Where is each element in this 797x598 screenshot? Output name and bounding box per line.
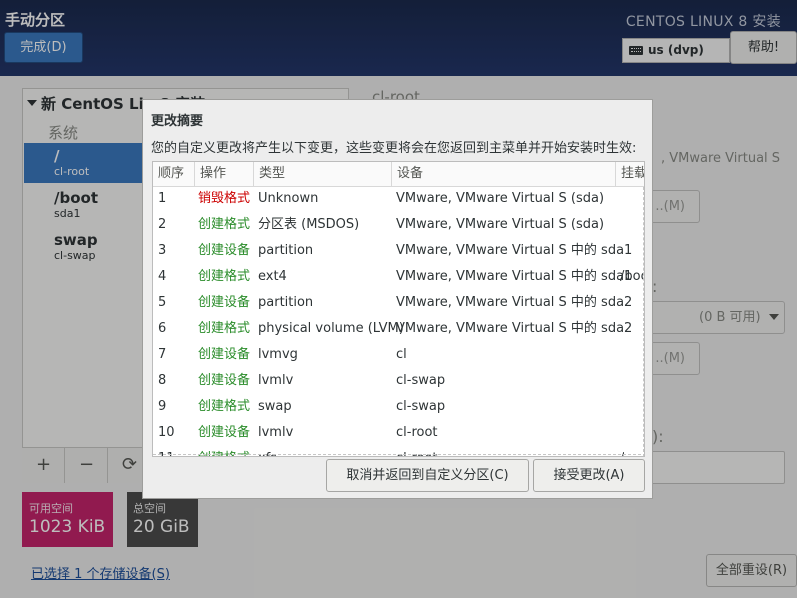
cell-action: 创建格式 (198, 269, 251, 284)
cell-action: 创建格式 (198, 399, 251, 414)
column-header-device[interactable]: 设备 (392, 162, 616, 186)
cell-action: 创建设备 (198, 243, 251, 258)
cell-device: cl-root (396, 425, 438, 440)
cell-action: 创建格式 (198, 217, 251, 232)
cell-type: lvmvg (258, 347, 298, 362)
changes-table[interactable]: 顺序 操作 类型 设备 挂载 1 销毁格式 Unknown VMware, VMwar… (152, 161, 645, 457)
cell-type: ext4 (258, 269, 287, 284)
table-row[interactable]: 8 创建设备 lvmlv cl-swap (153, 369, 644, 395)
cell-action: 创建格式 (198, 447, 250, 456)
cell-order: 8 (158, 373, 167, 388)
cell-device: cl-swap (396, 399, 446, 414)
cell-device: cl-root (396, 447, 438, 456)
cell-order: 7 (158, 347, 167, 362)
focus-outline (153, 454, 644, 455)
table-row[interactable]: 6 创建格式 physical volume (LVM) VMware, VMware… (153, 317, 644, 343)
cell-mount: / (620, 447, 624, 456)
cell-order: 9 (158, 399, 167, 414)
table-row[interactable]: 3 创建设备 partition VMware, VMware Virtual S 中… (153, 239, 644, 265)
cell-type: lvmlv (258, 373, 294, 388)
cell-device: VMware, VMware Virtual S (sda) (396, 217, 605, 232)
table-row[interactable]: 4 创建格式 ext4 VMware, VMware Virtual S 中的 sda… (153, 265, 644, 291)
table-header: 顺序 操作 类型 设备 挂载 (153, 162, 644, 187)
cell-device: VMware, VMware Virtual S (sda) (396, 191, 605, 206)
table-row[interactable]: 7 创建设备 lvmvg cl (153, 343, 644, 369)
cell-device: VMware, VMware Virtual S 中的 sda2 (396, 321, 633, 336)
cell-type: lvmlv (258, 425, 294, 440)
cell-type: physical volume (LVM) (258, 321, 404, 336)
cell-action: 创建设备 (198, 295, 251, 310)
cancel-return-button[interactable]: 取消并返回到自定义分区(C) (326, 459, 529, 492)
cell-device: cl-swap (396, 373, 446, 388)
cell-order: 1 (158, 191, 167, 206)
cell-mount: /boot (620, 269, 644, 284)
accept-changes-button[interactable]: 接受更改(A) (533, 459, 645, 492)
column-header-mount[interactable]: 挂载 (616, 162, 644, 186)
table-row[interactable]: 1 销毁格式 Unknown VMware, VMware Virtual S (sd… (153, 187, 644, 213)
cell-device: VMware, VMware Virtual S 中的 sda2 (396, 295, 633, 310)
cell-type: 分区表 (MSDOS) (258, 217, 360, 232)
table-row[interactable]: 9 创建格式 swap cl-swap (153, 395, 644, 421)
cell-device: VMware, VMware Virtual S 中的 sda1 (396, 269, 633, 284)
focus-outline (643, 187, 644, 456)
cell-action: 销毁格式 (198, 191, 251, 206)
dialog-title: 更改摘要 (151, 114, 204, 129)
dialog-description: 您的自定义更改将产生以下变更，这些变更将会在您返回到主菜单并开始安装时生效: (151, 141, 637, 156)
cell-action: 创建格式 (198, 321, 251, 336)
table-row[interactable]: 5 创建设备 partition VMware, VMware Virtual S 中… (153, 291, 644, 317)
cell-type: Unknown (258, 191, 319, 206)
cell-order: 5 (158, 295, 167, 310)
cell-order: 4 (158, 269, 167, 284)
cell-order: 11 (158, 447, 175, 456)
cell-order: 2 (158, 217, 167, 232)
cell-action: 创建设备 (198, 425, 251, 440)
cell-type: swap (258, 399, 292, 414)
column-header-order[interactable]: 顺序 (153, 162, 195, 186)
cell-type: partition (258, 243, 314, 258)
table-row[interactable]: 11 创建格式 xfs cl-root / (153, 447, 644, 456)
cell-order: 3 (158, 243, 167, 258)
cell-type: partition (258, 295, 314, 310)
cell-order: 6 (158, 321, 167, 336)
cell-action: 创建设备 (198, 373, 251, 388)
cell-device: VMware, VMware Virtual S 中的 sda1 (396, 243, 633, 258)
table-row[interactable]: 10 创建设备 lvmlv cl-root (153, 421, 644, 447)
cell-action: 创建设备 (198, 347, 251, 362)
cell-order: 10 (158, 425, 175, 440)
cell-device: cl (396, 347, 407, 362)
column-header-action[interactable]: 操作 (195, 162, 254, 186)
cell-type: xfs (258, 447, 277, 456)
table-row[interactable]: 2 创建格式 分区表 (MSDOS) VMware, VMware Virtual S… (153, 213, 644, 239)
column-header-type[interactable]: 类型 (254, 162, 392, 186)
summary-of-changes-dialog: 更改摘要 您的自定义更改将产生以下变更，这些变更将会在您返回到主菜单并开始安装时… (142, 99, 653, 499)
